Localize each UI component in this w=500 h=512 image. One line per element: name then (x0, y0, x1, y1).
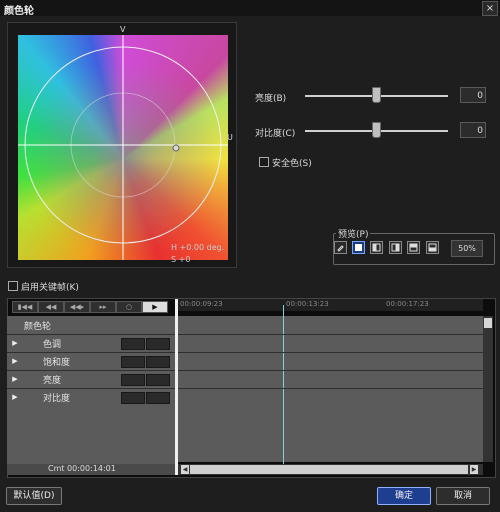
track-header-label: 颜色轮 (24, 322, 52, 332)
axis-v-label: V (120, 25, 126, 34)
keyframe-prev-button[interactable] (121, 374, 145, 386)
eyedropper-button[interactable] (334, 241, 347, 254)
preview-split-left-button[interactable] (370, 241, 383, 254)
track-lane-saturation[interactable] (178, 352, 483, 370)
add-keyframe-button[interactable]: ◀◀▸ (64, 301, 90, 313)
expand-icon[interactable]: ▶ (11, 355, 19, 367)
safe-color-label: 安全色(S) (272, 159, 312, 169)
preview-split-right-button[interactable] (389, 241, 402, 254)
preview-full-button[interactable] (352, 241, 365, 254)
contrast-value-input[interactable]: 0 (460, 122, 486, 138)
timecode-2: 00:00:13:23 (286, 300, 329, 308)
wheel-handle (172, 144, 180, 152)
play-button[interactable]: ▶ (142, 301, 168, 313)
split-left-icon (372, 243, 381, 252)
next-keyframe-button[interactable]: ▸▸ (90, 301, 116, 313)
track-label-contrast: 对比度 (43, 394, 71, 404)
timecode-1: 00:00:09:23 (180, 300, 223, 308)
track-label-brightness: 亮度 (43, 376, 62, 386)
wheel-overlay (18, 35, 228, 260)
color-wheel[interactable] (18, 35, 228, 260)
safe-color-checkbox[interactable] (259, 157, 269, 167)
preview-split-bottom-button[interactable] (426, 241, 439, 254)
preview-label: 预览(P) (336, 227, 371, 240)
vertical-scrollbar[interactable] (483, 316, 493, 462)
expand-icon[interactable]: ▶ (11, 373, 19, 385)
preview-split-top-button[interactable] (407, 241, 420, 254)
brightness-value-input[interactable]: 0 (460, 87, 486, 103)
keyframe-prev-button[interactable] (121, 356, 145, 368)
timecode-3: 00:00:17:23 (386, 300, 429, 308)
brightness-slider-thumb[interactable] (372, 87, 381, 103)
track-label-saturation: 饱和度 (43, 358, 71, 368)
keyframe-next-button[interactable] (146, 356, 170, 368)
scroll-right-arrow-icon[interactable]: ▶ (470, 465, 478, 474)
keyframe-next-button[interactable] (146, 392, 170, 404)
horizontal-scroll-thumb[interactable] (190, 465, 468, 474)
close-button[interactable]: × (482, 1, 498, 16)
split-right-icon (391, 243, 400, 252)
expand-icon[interactable]: ▶ (11, 391, 19, 403)
enable-keyframe-label: 启用关键帧(K) (21, 283, 79, 293)
default-button[interactable]: 默认值(D) (6, 487, 62, 505)
go-start-button[interactable]: ▮◀◀ (12, 301, 38, 313)
prev-keyframe-button[interactable]: ◀◀ (38, 301, 64, 313)
window-title: 颜色轮 (4, 6, 34, 17)
track-lane-hue[interactable] (178, 334, 483, 352)
scroll-left-arrow-icon[interactable]: ◀ (181, 465, 189, 474)
contrast-slider-thumb[interactable] (372, 122, 381, 138)
saturation-readout: S +0 (171, 255, 191, 264)
preview-percent[interactable]: 50% (451, 240, 483, 257)
full-frame-icon (355, 244, 362, 251)
hue-readout: H +0.00 deg. (171, 243, 225, 252)
split-bottom-icon (428, 243, 437, 252)
vertical-scroll-thumb[interactable] (484, 318, 492, 328)
keyframe-prev-button[interactable] (121, 338, 145, 350)
track-lane-contrast[interactable] (178, 388, 483, 406)
title-bar (0, 0, 500, 16)
enable-keyframe-checkbox[interactable] (8, 281, 18, 291)
ok-button[interactable]: 确定 (377, 487, 431, 505)
eyedropper-icon (337, 245, 344, 252)
keyframe-next-button[interactable] (146, 338, 170, 350)
contrast-label: 对比度(C) (255, 129, 296, 139)
brightness-label: 亮度(B) (255, 94, 287, 104)
track-label-hue: 色调 (43, 340, 62, 350)
track-lane-brightness[interactable] (178, 370, 483, 388)
color-wheel-panel: V U H +0.00 deg. S +0 (7, 22, 237, 268)
split-top-icon (409, 243, 418, 252)
current-time-readout: Cmt 00:00:14:01 (48, 464, 116, 473)
timeline-ruler[interactable] (178, 299, 483, 311)
loop-button[interactable]: ○ (116, 301, 142, 313)
cancel-button[interactable]: 取消 (436, 487, 490, 505)
axis-u-label: U (227, 133, 233, 142)
expand-icon[interactable]: ▶ (11, 337, 19, 349)
keyframe-next-button[interactable] (146, 374, 170, 386)
keyframe-prev-button[interactable] (121, 392, 145, 404)
